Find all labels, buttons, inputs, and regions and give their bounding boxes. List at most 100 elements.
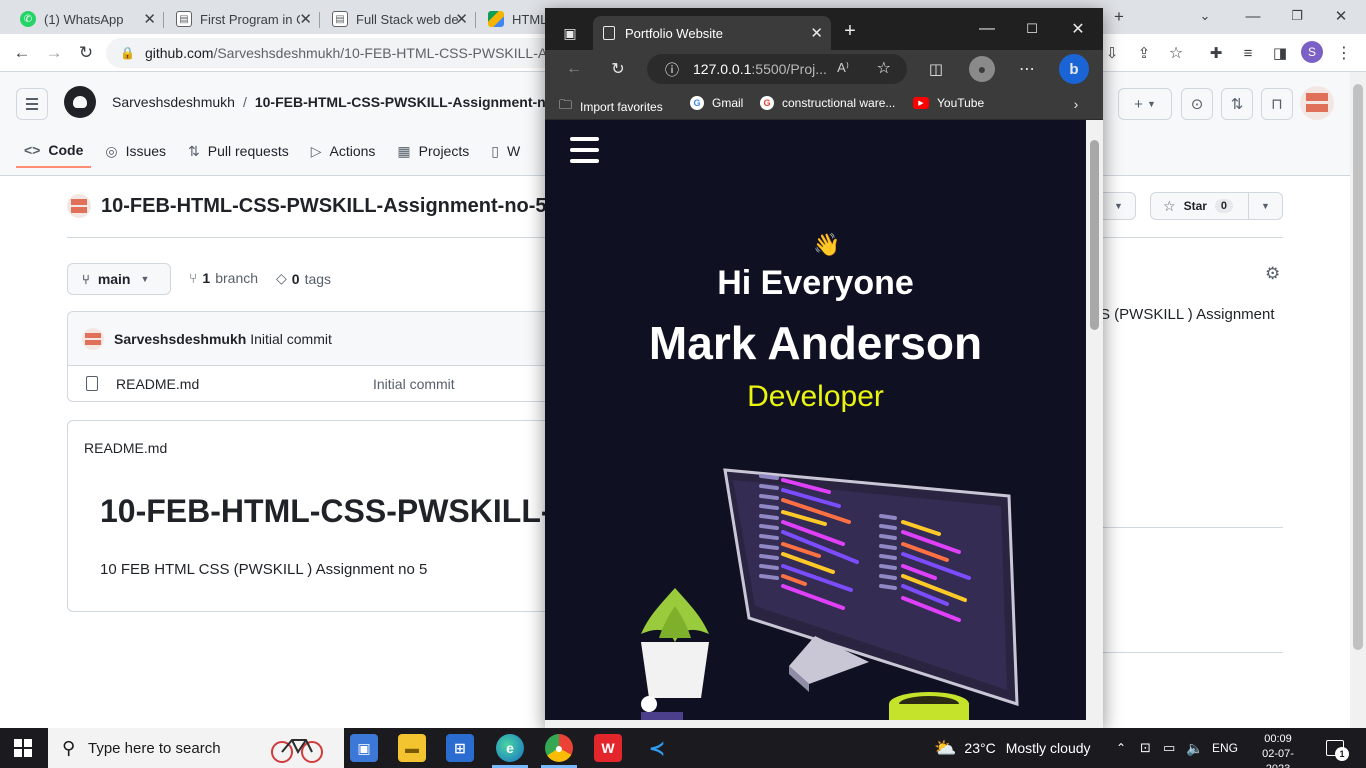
taskbar-clock[interactable]: 00:09 02-07-2023 — [1250, 732, 1306, 768]
close-tab-icon[interactable]: ✕ — [299, 10, 312, 28]
edge-app-icon[interactable]: e — [496, 734, 524, 762]
horizontal-scrollbar[interactable] — [545, 720, 1086, 728]
volume-icon[interactable]: 🔈 — [1186, 728, 1203, 768]
pull-requests-button[interactable]: ⇅ — [1221, 88, 1253, 120]
tab-actions[interactable]: ▷ Actions — [303, 134, 384, 168]
tab-label: Issues — [125, 143, 167, 159]
profile-icon[interactable]: ● — [969, 56, 995, 82]
tab-projects[interactable]: ▦ Projects — [389, 134, 477, 168]
media-icon[interactable]: ≡ — [1237, 42, 1259, 64]
chrome-app-icon[interactable]: ● — [545, 734, 573, 762]
input-language[interactable]: ENG — [1212, 728, 1238, 768]
tab-wiki[interactable]: ▯ W — [483, 134, 528, 168]
close-tab-icon[interactable]: ✕ — [810, 24, 823, 42]
create-new-button[interactable]: + ▼ — [1118, 88, 1172, 120]
readme-label[interactable]: README.md — [84, 440, 167, 456]
close-window-icon[interactable]: ✕ — [1330, 5, 1352, 27]
chrome-tab-whatsapp[interactable]: ✆ (1) WhatsApp ✕ — [10, 4, 164, 34]
issues-button[interactable]: ⊙ — [1181, 88, 1213, 120]
star-dropdown[interactable]: ▼ — [1248, 193, 1282, 219]
page-scrollbar[interactable] — [1086, 120, 1103, 728]
edge-tab-portfolio[interactable]: Portfolio Website ✕ — [593, 16, 831, 50]
bicycle-icon — [271, 739, 323, 763]
vscode-icon[interactable]: ≺ — [643, 734, 671, 762]
reload-icon[interactable]: ↻ — [75, 42, 97, 64]
show-hidden-icons[interactable]: ⌃ — [1116, 728, 1126, 768]
favorite-youtube[interactable]: ▶ YouTube — [913, 96, 984, 110]
favorite-gmail[interactable]: G Gmail — [690, 96, 743, 110]
battery-icon[interactable]: ▭ — [1163, 728, 1175, 768]
bing-copilot-icon[interactable]: b — [1059, 54, 1089, 84]
tab-pull-requests[interactable]: ⇅ Pull requests — [180, 134, 297, 168]
chrome-tab-full-stack[interactable]: ▤ Full Stack web de ✕ — [322, 4, 476, 34]
back-icon[interactable]: ← — [11, 42, 33, 64]
microsoft-store-icon[interactable]: ⊞ — [446, 734, 474, 762]
bookmark-star-icon[interactable]: ☆ — [1165, 42, 1187, 64]
back-icon[interactable]: ← — [563, 58, 585, 80]
github-logo-icon[interactable] — [64, 86, 96, 118]
tab-issues[interactable]: ◎ Issues — [97, 134, 174, 168]
reload-icon[interactable]: ↻ — [607, 58, 629, 80]
settings-gear-icon[interactable]: ⚙ — [1265, 264, 1280, 284]
close-tab-icon[interactable]: ✕ — [455, 10, 468, 28]
favorite-star-icon[interactable]: ☆ — [877, 58, 891, 78]
branch-select-button[interactable]: ⑂ main ▼ — [67, 263, 171, 295]
new-tab-icon[interactable]: + — [839, 20, 861, 42]
chevron-right-icon[interactable]: › — [1067, 94, 1085, 114]
minimize-icon[interactable]: — — [976, 18, 998, 40]
chrome-tab-html[interactable]: HTML — [478, 4, 548, 34]
share-icon[interactable]: ⇪ — [1133, 42, 1155, 64]
close-window-icon[interactable]: ✕ — [1067, 18, 1089, 40]
inbox-button[interactable]: ⊓ — [1261, 88, 1293, 120]
meet-now-icon[interactable]: ⊡ — [1140, 728, 1151, 768]
commit-message[interactable]: Initial commit — [250, 331, 332, 347]
favorite-import[interactable]: 🗀 Import favorites — [559, 96, 663, 118]
breadcrumb-owner-link[interactable]: Sarveshsdeshmukh — [112, 94, 235, 110]
file-explorer-icon[interactable]: ▬ — [398, 734, 426, 762]
menu-icon[interactable] — [16, 88, 48, 120]
edge-address-bar[interactable]: ⓘ 127.0.0.1:5500/Proj... A⁾ ☆ — [647, 54, 907, 84]
split-screen-icon[interactable]: ◫ — [925, 58, 947, 80]
new-tab-icon[interactable]: + — [1108, 6, 1130, 28]
repo-title[interactable]: 10-FEB-HTML-CSS-PWSKILL-Assignment-no-5 — [101, 195, 547, 218]
star-button[interactable]: ☆ Star 0 ▼ — [1150, 192, 1283, 220]
tab-code[interactable]: <> Code — [16, 134, 92, 168]
more-options-icon[interactable]: ⋯ — [1016, 58, 1038, 80]
branches-link[interactable]: ⑂ 1 branch — [189, 270, 258, 286]
weather-widget[interactable]: ⛅ 23°C Mostly cloudy — [934, 728, 1091, 768]
tags-link[interactable]: ◇ 0 tags — [276, 270, 331, 287]
page-scrollbar[interactable] — [1350, 72, 1366, 728]
chrome-tab-first-program[interactable]: ▤ First Program in C ✕ — [166, 4, 320, 34]
waving-hand-icon: 👋 — [813, 232, 841, 257]
windows-start-icon[interactable] — [14, 739, 32, 757]
chrome-profile-avatar[interactable]: S — [1301, 41, 1323, 63]
taskbar-search-box[interactable]: ⚲ Type here to search — [48, 728, 344, 768]
maximize-icon[interactable]: ☐ — [1021, 18, 1043, 40]
photos-app-icon[interactable]: ▣ — [350, 734, 378, 762]
restore-icon[interactable]: ❐ — [1286, 5, 1308, 27]
tab-actions-icon[interactable]: ▣ — [559, 22, 581, 44]
read-aloud-icon[interactable]: A⁾ — [837, 60, 849, 76]
notification-icon[interactable]: 1 — [1326, 740, 1349, 761]
extensions-icon[interactable]: ✚ — [1205, 42, 1227, 64]
scrollbar-thumb[interactable] — [1090, 140, 1099, 330]
wps-office-icon[interactable]: W — [594, 734, 622, 762]
user-avatar[interactable] — [1300, 86, 1334, 120]
forward-icon[interactable]: → — [43, 42, 65, 64]
fork-dropdown-button[interactable]: ▼ — [1102, 192, 1136, 220]
menu-icon[interactable] — [570, 137, 599, 163]
favorite-constructional[interactable]: Gconstructional ware... — [760, 96, 895, 110]
breadcrumb-repo-link[interactable]: 10-FEB-HTML-CSS-PWSKILL-Assignment-no-5 — [255, 94, 567, 110]
commit-author[interactable]: Sarveshsdeshmukh — [114, 331, 246, 347]
scrollbar-thumb[interactable] — [1353, 84, 1363, 650]
minimize-icon[interactable]: — — [1242, 5, 1264, 27]
close-tab-icon[interactable]: ✕ — [143, 10, 156, 28]
file-name[interactable]: README.md — [116, 376, 199, 392]
tab-search-chevron-icon[interactable]: ⌄ — [1194, 5, 1216, 27]
install-icon[interactable]: ⇩ — [1101, 42, 1123, 64]
menu-kebab-icon[interactable]: ⋮ — [1333, 42, 1355, 64]
info-icon[interactable]: ⓘ — [665, 60, 679, 80]
side-panel-icon[interactable]: ◨ — [1269, 42, 1291, 64]
file-commit-message[interactable]: Initial commit — [373, 376, 455, 392]
drive-icon — [488, 11, 504, 27]
